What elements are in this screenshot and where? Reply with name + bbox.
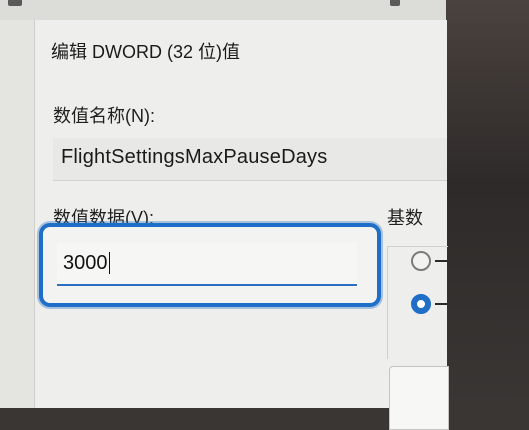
parent-window-fragment <box>390 0 400 6</box>
radio-label-fragment <box>435 260 447 262</box>
dialog-title: 编辑 DWORD (32 位)值 <box>51 42 240 62</box>
value-data-text: 3000 <box>63 252 108 274</box>
edit-dword-dialog: 编辑 DWORD (32 位)值 数值名称(N): FlightSettings… <box>34 20 449 430</box>
value-data-field-focus-ring: 3000 <box>39 223 381 307</box>
value-name-text: FlightSettingsMaxPauseDays <box>61 146 328 168</box>
value-name-field: FlightSettingsMaxPauseDays <box>53 138 447 181</box>
value-name-label: 数值名称(N): <box>53 106 155 126</box>
base-radio-option-2[interactable] <box>411 294 431 314</box>
parent-window-edge <box>0 20 34 408</box>
parent-window-strip <box>0 0 446 21</box>
radio-label-fragment <box>435 303 447 305</box>
text-caret <box>109 252 110 274</box>
base-label: 基数 <box>387 208 423 228</box>
base-radio-option-1[interactable] <box>411 251 431 271</box>
parent-window-fragment <box>8 0 22 6</box>
background-desktop <box>446 0 529 408</box>
value-data-input[interactable]: 3000 <box>57 243 357 286</box>
ok-button[interactable] <box>389 366 449 430</box>
